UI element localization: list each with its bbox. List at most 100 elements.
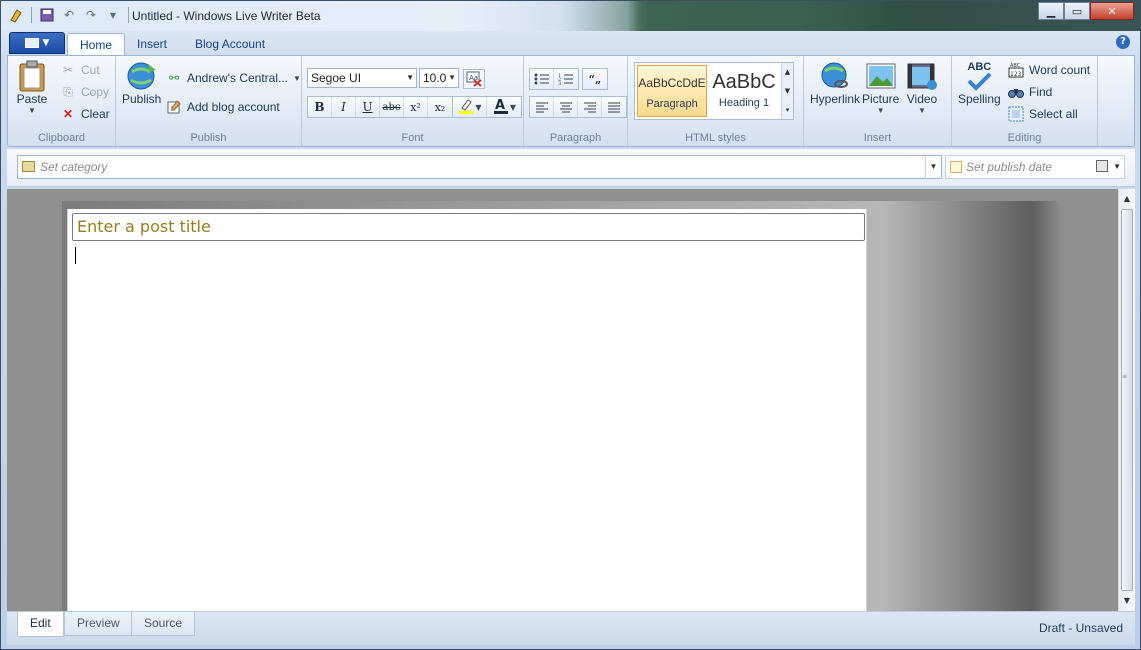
subscript-button[interactable]: x₂ [428,97,452,117]
justify-icon[interactable] [602,97,626,117]
blockquote-buttons: “„ [582,68,608,90]
group-label-editing: Editing [1007,132,1042,144]
calendar-icon[interactable] [1096,160,1108,172]
post-body[interactable]: Enter a post title [67,209,867,611]
align-right-icon[interactable] [578,97,602,117]
highlighter-icon [457,97,475,118]
publish-button[interactable]: Publish [122,60,161,106]
tab-home[interactable]: Home [67,33,126,55]
font-family-select[interactable]: Segoe UI ▼ [307,68,417,88]
scroll-grip-icon: ≡ [1122,373,1128,380]
post-title-field[interactable]: Enter a post title [72,213,865,241]
tab-edit[interactable]: Edit [17,612,64,637]
publish-date-checkbox[interactable] [950,161,962,173]
tab-preview[interactable]: Preview [64,612,133,636]
svg-text:ABC: ABC [1010,63,1021,69]
highlight-color-button[interactable]: ▼ [453,97,487,117]
paste-button[interactable]: Paste ▼ [16,60,48,115]
picture-icon [865,60,897,92]
editor-scrollbar[interactable]: ▲ ≡ ▼ [1118,189,1135,611]
help-icon[interactable]: ? [1116,35,1130,49]
gallery-scroll[interactable]: ▲ ▼ ▾ [781,63,793,119]
chevron-down-icon: ▼ [448,73,456,82]
ribbon: Paste ▼ ✂ Cut ⎘ Copy ✕ Clear Clipboard P… [7,55,1135,147]
clipboard-group: Paste ▼ ✂ Cut ⎘ Copy ✕ Clear Clipboard [8,56,116,146]
scroll-up-arrow[interactable]: ▲ [1119,191,1135,207]
word-count-icon: 123 ABC [1008,62,1024,78]
copy-button[interactable]: ⎘ Copy [60,84,109,100]
save-icon[interactable] [38,6,56,24]
strikethrough-button[interactable]: abc [380,97,404,117]
numbered-list-icon[interactable]: 123 [554,69,578,89]
italic-button[interactable]: I [332,97,356,117]
find-button[interactable]: Find [1008,84,1052,100]
window-title: Untitled - Windows Live Writer Beta [132,9,321,23]
menu-icon [24,38,39,48]
post-properties-bar: Set category ▼ Set publish date ▼ [7,149,1135,187]
scroll-down-arrow[interactable]: ▼ [1119,593,1135,609]
blockquote-icon[interactable]: “„ [583,69,607,89]
align-center-icon[interactable] [554,97,578,117]
spelling-button[interactable]: ABC Spelling [958,60,1001,106]
chevron-down-icon[interactable]: ▼ [785,87,790,95]
binoculars-icon [1008,84,1024,100]
paste-icon [16,60,48,92]
chevron-down-icon[interactable]: ▼ [1113,156,1121,178]
list-buttons: 123 [529,68,579,90]
view-tabs-bar: Edit Preview Source Draft - Unsaved [7,611,1135,645]
font-color-icon: A [492,97,510,118]
clear-button[interactable]: ✕ Clear [60,106,110,122]
tab-source[interactable]: Source [131,612,196,636]
superscript-button[interactable]: x² [404,97,428,117]
add-account-icon [166,99,182,115]
picture-button[interactable]: Picture ▼ [862,60,899,115]
ribbon-tab-row: ▼ Home Insert Blog Account ? [1,31,1140,55]
select-all-icon [1008,106,1024,122]
svg-text:A: A [495,98,505,113]
blog-account-dropdown[interactable]: ⚯ Andrew's Central... ▼ [166,70,301,86]
word-count-button[interactable]: 123 ABC Word count [1008,62,1090,78]
chevron-up-icon[interactable]: ▲ [785,68,790,76]
video-icon [906,60,938,92]
clear-formatting-button[interactable]: Aa [463,69,485,89]
chevron-down-icon[interactable]: ▼ [925,156,941,178]
svg-text:123: 123 [1010,71,1022,78]
select-all-button[interactable]: Select all [1008,106,1078,122]
style-heading-1[interactable]: AaBbC Heading 1 [709,65,779,117]
minimize-button[interactable]: ▁ [1038,2,1064,20]
tab-blog-account[interactable]: Blog Account [183,33,277,55]
scroll-thumb[interactable] [1121,209,1133,591]
maximize-button[interactable]: ▭ [1064,2,1090,20]
quick-access-toolbar: ↶ ↷ ▼ [7,6,131,24]
editor-area: Enter a post title [7,189,1118,611]
align-left-icon[interactable] [530,97,554,117]
style-paragraph[interactable]: AaBbCcDdE Paragraph [637,65,707,117]
chevron-down-icon: ▼ [42,38,50,48]
add-blog-account-button[interactable]: Add blog account [166,99,280,115]
cut-button[interactable]: ✂ Cut [60,62,100,78]
title-bar: ↶ ↷ ▼ Untitled - Windows Live Writer Bet… [1,1,1140,31]
tab-insert[interactable]: Insert [125,33,179,55]
close-button[interactable]: ✕ [1090,2,1134,20]
redo-icon[interactable]: ↷ [82,6,100,24]
publish-group: Publish ⚯ Andrew's Central... ▼ Add blog… [116,56,302,146]
bold-button[interactable]: B [308,97,332,117]
group-label-insert: Insert [863,132,892,144]
font-color-button[interactable]: A ▼ [487,97,521,117]
paragraph-group: 123 “„ Paragraph [524,56,628,146]
hyperlink-button[interactable]: Hyperlink [810,60,860,106]
bulleted-list-icon[interactable] [530,69,554,89]
category-combo[interactable]: Set category ▼ [17,155,942,179]
svg-text:3: 3 [558,81,561,86]
customize-qat-icon[interactable]: ▼ [104,6,122,24]
group-label-html-styles: HTML styles [685,132,746,144]
application-menu-button[interactable]: ▼ [9,32,65,54]
text-cursor [75,247,76,264]
undo-icon[interactable]: ↶ [60,6,78,24]
font-size-select[interactable]: 10.0 ▼ [419,68,459,88]
underline-button[interactable]: U [356,97,380,117]
gallery-more-icon[interactable]: ▾ [786,106,790,114]
blog-network-icon: ⚯ [168,71,180,85]
publish-date-field[interactable]: Set publish date ▼ [945,155,1125,179]
video-button[interactable]: Video ▼ [906,60,938,115]
